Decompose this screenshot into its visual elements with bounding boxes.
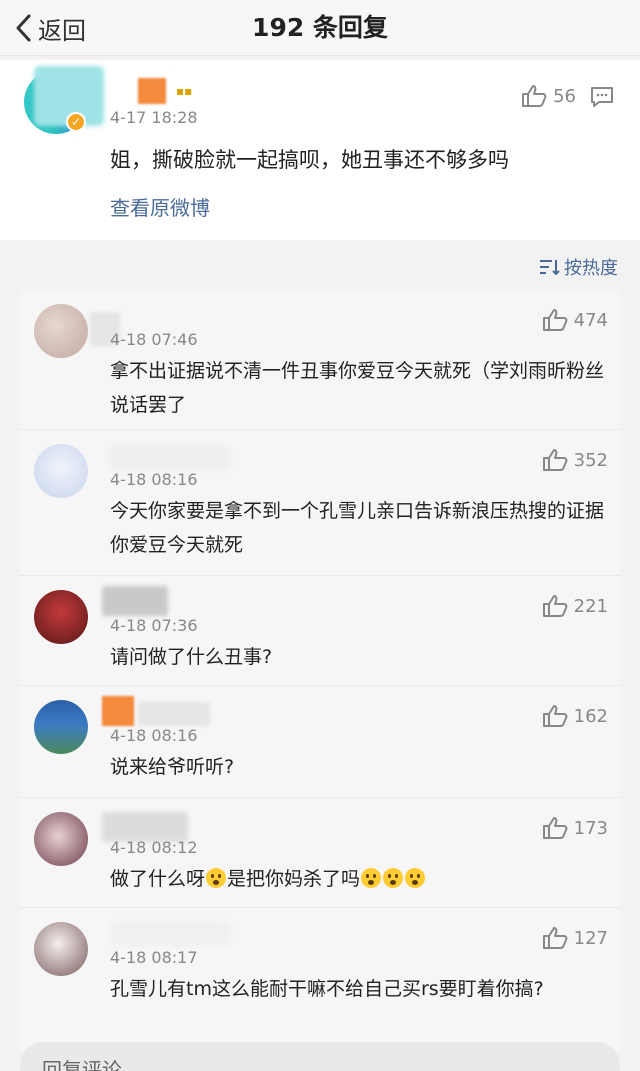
avatar[interactable] xyxy=(34,590,88,644)
page-title: 192 条回复 xyxy=(252,13,388,42)
comment-timestamp: 4-18 08:12 xyxy=(110,838,198,857)
vip-icon: ▪▪ xyxy=(176,84,193,98)
comment-timestamp: 4-18 07:46 xyxy=(110,330,198,349)
thumbs-up-icon xyxy=(542,595,568,617)
username-redacted[interactable] xyxy=(138,78,166,104)
shocked-emoji-icon xyxy=(405,868,426,888)
root-comment: ✓ ▪▪ 4-17 18:28 56 姐，撕破脸就一起搞呗，她丑事还不够多吗 查… xyxy=(0,60,640,240)
like-count: 162 xyxy=(573,705,608,727)
comment-text: 拿不出证据说不清一件丑事你爱豆今天就死（学刘雨昕粉丝说话罢了 xyxy=(110,360,605,416)
avatar[interactable] xyxy=(34,700,88,754)
like-count: 127 xyxy=(573,927,608,949)
avatar[interactable] xyxy=(34,304,88,358)
shocked-emoji-icon xyxy=(383,868,404,888)
username-redacted[interactable] xyxy=(102,696,134,726)
comment-timestamp: 4-18 08:17 xyxy=(110,948,198,967)
comment-text: 孔雪儿有tm这么能耐干嘛不给自己买rs要盯着你搞? xyxy=(110,978,544,1000)
reply-list: 4-18 07:46 474 拿不出证据说不清一件丑事你爱豆今天就死（学刘雨昕粉… xyxy=(20,290,620,1050)
avatar[interactable] xyxy=(34,812,88,866)
comment-text: 请问做了什么丑事? xyxy=(110,646,273,668)
sort-label: 按热度 xyxy=(564,258,618,279)
like-button[interactable]: 162 xyxy=(542,704,608,728)
comment-timestamp: 4-17 18:28 xyxy=(110,108,198,127)
like-button[interactable]: 173 xyxy=(542,816,608,840)
comment-text: 说来给爷听听? xyxy=(110,756,235,778)
like-count: 173 xyxy=(573,817,608,839)
list-item: 4-18 08:17 127 孔雪儿有tm这么能耐干嘛不给自己买rs要盯着你搞? xyxy=(20,908,620,1050)
like-button[interactable]: 127 xyxy=(542,926,608,950)
shocked-emoji-icon xyxy=(206,868,227,888)
like-button[interactable]: 221 xyxy=(542,594,608,618)
like-count: 221 xyxy=(573,595,608,617)
thumbs-up-icon xyxy=(542,449,568,471)
comment-text: 做了什么呀 是把你妈杀了吗 xyxy=(110,862,610,896)
comment-timestamp: 4-18 07:36 xyxy=(110,616,198,635)
username-redacted[interactable] xyxy=(110,922,230,946)
comment-timestamp: 4-18 08:16 xyxy=(110,470,198,489)
thumbs-up-icon xyxy=(542,309,568,331)
comment-text-part: 做了什么呀 xyxy=(110,868,206,890)
list-item: 4-18 08:16 162 说来给爷听听? xyxy=(20,686,620,798)
thumbs-up-icon xyxy=(542,927,568,949)
thumbs-up-icon xyxy=(542,817,568,839)
list-item: 4-18 08:12 173 做了什么呀 是把你妈杀了吗 xyxy=(20,798,620,908)
like-button[interactable]: 352 xyxy=(542,448,608,472)
like-button[interactable]: 474 xyxy=(542,308,608,332)
username-redacted[interactable] xyxy=(102,586,168,616)
list-item: 4-18 08:16 352 今天你家要是拿不到一个孔雪儿亲口告诉新浪压热搜的证… xyxy=(20,430,620,576)
thumbs-up-icon xyxy=(522,85,547,107)
like-count: 56 xyxy=(553,85,576,107)
avatar[interactable] xyxy=(34,922,88,976)
reply-input[interactable]: 回复评论 xyxy=(20,1042,620,1071)
comment-icon[interactable] xyxy=(590,86,614,108)
sort-icon xyxy=(540,260,560,276)
top-bar: 返回 192 条回复 xyxy=(0,0,640,56)
comment-text: 姐，撕破脸就一起搞呗，她丑事还不够多吗 xyxy=(110,148,509,172)
avatar[interactable] xyxy=(34,444,88,498)
comment-timestamp: 4-18 08:16 xyxy=(110,726,198,745)
username-redacted[interactable] xyxy=(110,446,230,470)
like-count: 352 xyxy=(573,449,608,471)
comment-text-part: 是把你妈杀了吗 xyxy=(227,868,361,890)
list-item: 4-18 07:36 221 请问做了什么丑事? xyxy=(20,576,620,686)
sort-button[interactable]: 按热度 xyxy=(538,254,618,280)
like-count: 474 xyxy=(573,309,608,331)
view-original-link[interactable]: 查看原微博 xyxy=(110,192,210,221)
verified-badge-icon: ✓ xyxy=(66,112,86,132)
list-item: 4-18 07:46 474 拿不出证据说不清一件丑事你爱豆今天就死（学刘雨昕粉… xyxy=(20,290,620,430)
comment-text: 今天你家要是拿不到一个孔雪儿亲口告诉新浪压热搜的证据 你爱豆今天就死 xyxy=(110,500,605,556)
shocked-emoji-icon xyxy=(361,868,382,888)
username-redacted-2[interactable] xyxy=(138,702,210,726)
like-button[interactable]: 56 xyxy=(521,84,576,108)
thumbs-up-icon xyxy=(542,705,568,727)
